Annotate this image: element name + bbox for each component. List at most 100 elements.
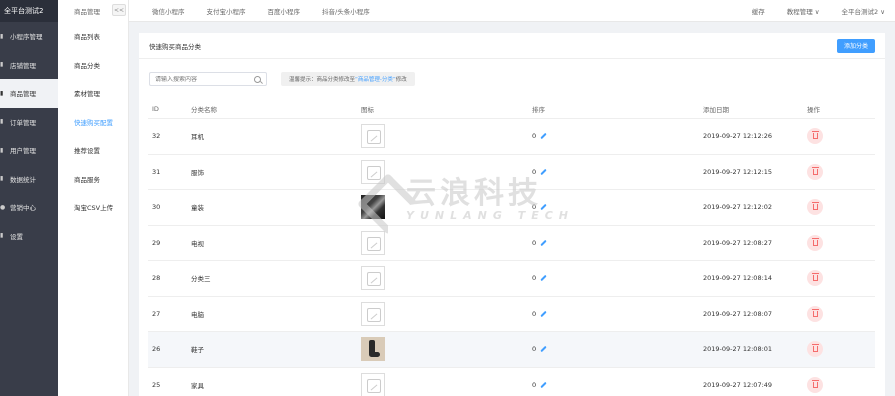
sidebar-item-4[interactable]: ▮ 用户管理 xyxy=(0,136,58,165)
platform-tab-1[interactable]: 支付宝小程序 xyxy=(207,6,246,16)
sort-value: 0 xyxy=(532,167,537,176)
tip-notice: 温馨提示：商品分类修改至 “商品管理-分类” 修改 xyxy=(281,72,415,86)
search-box[interactable] xyxy=(149,72,267,86)
platform-tab-3[interactable]: 抖音/头条小程序 xyxy=(322,6,370,16)
subnav-item-5[interactable]: 商品服务 xyxy=(58,165,128,194)
image-placeholder-icon xyxy=(361,301,385,326)
subnav-item-3[interactable]: 快速购买配置 xyxy=(58,108,128,137)
menu-icon: ▮ xyxy=(0,175,4,183)
tip-link[interactable]: “商品管理-分类” xyxy=(355,75,396,83)
delete-button[interactable] xyxy=(807,341,823,358)
add-category-button[interactable]: 添加分类 xyxy=(837,38,875,53)
sidebar-item-1[interactable]: ▮ 店铺管理 xyxy=(0,51,58,80)
table-row: 26 鞋子 0 2019-09-27 12:08:01 xyxy=(148,332,875,368)
edit-pencil-icon[interactable] xyxy=(540,275,547,282)
cell-sort: 0 xyxy=(532,381,547,389)
cell-icon xyxy=(361,124,385,149)
collapse-button[interactable]: << xyxy=(112,4,126,16)
cell-name: 电脑 xyxy=(191,310,204,319)
header-date: 添加日期 xyxy=(703,105,729,114)
menu-icon: ▮ xyxy=(0,118,4,126)
edit-pencil-icon[interactable] xyxy=(540,239,547,246)
table-row: 25 家具 0 2019-09-27 12:07:49 xyxy=(148,368,875,396)
sidebar-item-label: 营销中心 xyxy=(10,204,36,213)
table-header: ID 分类名称 图标 排序 添加日期 操作 xyxy=(148,99,875,119)
trash-icon xyxy=(812,131,819,140)
trash-icon xyxy=(812,344,819,353)
sidebar-item-2[interactable]: ▮ 商品管理 xyxy=(0,79,58,108)
toolbar: 温馨提示：商品分类修改至 “商品管理-分类” 修改 xyxy=(139,59,885,99)
delete-button[interactable] xyxy=(807,128,823,145)
subnav-item-0[interactable]: 商品列表 xyxy=(58,22,128,51)
sort-value: 0 xyxy=(532,203,537,212)
cell-name: 童装 xyxy=(191,204,204,213)
topbar-right-item-1[interactable]: 教程管理 ∨ xyxy=(787,6,820,16)
header-name: 分类名称 xyxy=(191,105,217,114)
delete-button[interactable] xyxy=(807,305,823,322)
sort-value: 0 xyxy=(532,238,537,247)
sidebar-item-7[interactable]: ▮ 设置 xyxy=(0,222,58,251)
cell-date: 2019-09-27 12:08:27 xyxy=(703,238,773,247)
cell-icon xyxy=(361,159,385,184)
topbar-right-item-0[interactable]: 缓存 xyxy=(752,6,765,16)
tip-suffix: 修改 xyxy=(395,77,407,83)
sidebar-item-3[interactable]: ▮ 订单管理 xyxy=(0,108,58,137)
cell-name: 服饰 xyxy=(191,168,204,177)
edit-pencil-icon[interactable] xyxy=(540,346,547,353)
subnav-item-4[interactable]: 推荐设置 xyxy=(58,136,128,165)
cell-icon xyxy=(361,372,385,396)
cell-date: 2019-09-27 12:12:26 xyxy=(703,132,773,141)
cell-name: 电视 xyxy=(191,239,204,248)
category-thumbnail xyxy=(361,195,385,220)
cell-id: 27 xyxy=(152,309,161,318)
delete-button[interactable] xyxy=(807,376,823,393)
top-bar: 微信小程序 支付宝小程序 百度小程序 抖音/头条小程序 缓存 教程管理 ∨ 全平台测试2 … xyxy=(129,0,895,22)
sidebar-item-0[interactable]: ▮ 小程序管理 xyxy=(0,22,58,51)
edit-pencil-icon[interactable] xyxy=(540,204,547,211)
secondary-sidebar: 商品管理 << 商品列表 商品分类 素材管理 快速购买配置 推荐设置 商品服务 淘宝CSV上… xyxy=(58,0,129,396)
subnav-item-6[interactable]: 淘宝CSV上传 xyxy=(58,193,128,222)
edit-pencil-icon[interactable] xyxy=(540,381,547,388)
delete-button[interactable] xyxy=(807,163,823,180)
platform-tab-2[interactable]: 百度小程序 xyxy=(268,6,301,16)
platform-tab-0[interactable]: 微信小程序 xyxy=(152,6,185,16)
trash-icon xyxy=(812,237,819,246)
delete-button[interactable] xyxy=(807,234,823,251)
cell-sort: 0 xyxy=(532,132,547,140)
edit-pencil-icon[interactable] xyxy=(540,168,547,175)
cell-id: 26 xyxy=(152,345,161,354)
search-input[interactable] xyxy=(155,75,254,83)
cell-icon xyxy=(361,301,385,326)
cell-date: 2019-09-27 12:07:49 xyxy=(703,380,773,389)
image-placeholder-icon xyxy=(361,159,385,184)
cell-op xyxy=(807,199,823,216)
delete-button[interactable] xyxy=(807,199,823,216)
cell-date: 2019-09-27 12:12:02 xyxy=(703,203,773,212)
category-thumbnail xyxy=(361,337,385,362)
topbar-right-item-2[interactable]: 全平台测试2 ∨ xyxy=(842,6,885,16)
sidebar-item-5[interactable]: ▮ 数据统计 xyxy=(0,165,58,194)
menu-icon: ▮ xyxy=(0,146,4,154)
search-icon[interactable] xyxy=(254,75,261,83)
sidebar-item-6[interactable]: ● 营销中心 xyxy=(0,193,58,222)
subnav-title-label: 商品管理 xyxy=(74,8,100,16)
delete-button[interactable] xyxy=(807,270,823,287)
sort-value: 0 xyxy=(532,309,537,318)
cell-sort: 0 xyxy=(532,345,547,353)
edit-pencil-icon[interactable] xyxy=(540,310,547,317)
image-placeholder-icon xyxy=(361,372,385,396)
menu-icon: ▮ xyxy=(0,232,4,240)
cell-op xyxy=(807,234,823,251)
subnav-item-1[interactable]: 商品分类 xyxy=(58,51,128,80)
image-placeholder-icon xyxy=(361,230,385,255)
trash-icon xyxy=(812,166,819,175)
cell-id: 28 xyxy=(152,274,161,283)
cell-id: 25 xyxy=(152,380,161,389)
trash-icon xyxy=(812,273,819,282)
edit-pencil-icon[interactable] xyxy=(540,133,547,140)
cell-date: 2019-09-27 12:08:14 xyxy=(703,274,773,283)
subnav-item-2[interactable]: 素材管理 xyxy=(58,79,128,108)
header-id: ID xyxy=(152,104,159,113)
cell-op xyxy=(807,305,823,322)
cell-op xyxy=(807,341,823,358)
